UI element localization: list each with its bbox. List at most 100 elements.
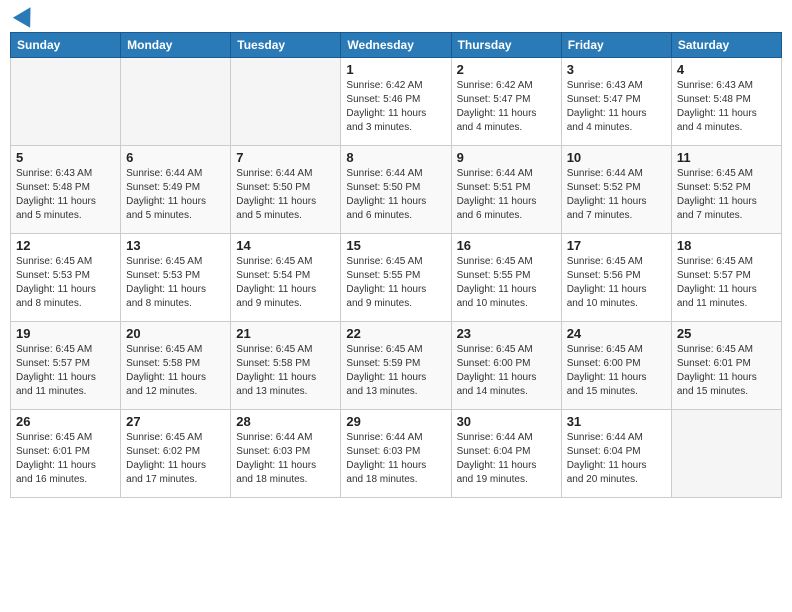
day-number: 16 (457, 238, 556, 253)
calendar-cell: 30 Sunrise: 6:44 AMSunset: 6:04 PMDayligh… (451, 410, 561, 498)
calendar-cell: 27 Sunrise: 6:45 AMSunset: 6:02 PMDayligh… (121, 410, 231, 498)
calendar-cell: 28Sunrise: 6:44 AMSunset: 6:03 PMDayligh… (231, 410, 341, 498)
day-number: 15 (346, 238, 445, 253)
calendar-cell: 6Sunrise: 6:44 AMSunset: 5:49 PMDaylight… (121, 146, 231, 234)
day-info: Sunrise: 6:45 AMSunset: 5:56 PMDaylight:… (567, 255, 666, 311)
day-number: 10 (567, 150, 666, 165)
calendar-cell: 9Sunrise: 6:44 AMSunset: 5:51 PMDaylight… (451, 146, 561, 234)
day-info: Sunrise: 6:45 AMSunset: 5:53 PMDaylight:… (16, 255, 115, 311)
day-number: 31 (567, 414, 666, 429)
day-info: Sunrise: 6:44 AMSunset: 6:03 PMDaylight:… (236, 431, 335, 487)
day-info: Sunrise: 6:45 AMSunset: 5:57 PMDaylight:… (16, 343, 115, 399)
day-number: 26 (16, 414, 115, 429)
calendar-cell: 2 Sunrise: 6:42 AMSunset: 5:47 PMDaylight… (451, 58, 561, 146)
day-info: Sunrise: 6:44 AMSunset: 5:50 PMDaylight:… (346, 167, 445, 223)
day-info: Sunrise: 6:45 AMSunset: 5:55 PMDaylight:… (457, 255, 556, 311)
day-info: Sunrise: 6:44 AMSunset: 5:51 PMDaylight:… (457, 167, 556, 223)
day-number: 2 (457, 62, 556, 77)
day-info: Sunrise: 6:45 AMSunset: 6:02 PMDaylight:… (126, 431, 225, 487)
day-info: Sunrise: 6:45 AMSunset: 5:58 PMDaylight:… (236, 343, 335, 399)
day-info: Sunrise: 6:43 AMSunset: 5:47 PMDaylight:… (567, 79, 666, 135)
calendar-cell: 19 Sunrise: 6:45 AMSunset: 5:57 PMDayligh… (11, 322, 121, 410)
col-header-thursday: Thursday (451, 33, 561, 58)
day-number: 24 (567, 326, 666, 341)
calendar-week-3: 12Sunrise: 6:45 AMSunset: 5:53 PMDayligh… (11, 234, 782, 322)
day-info: Sunrise: 6:45 AMSunset: 6:00 PMDaylight:… (457, 343, 556, 399)
calendar-cell: 25 Sunrise: 6:45 AMSunset: 6:01 PMDayligh… (671, 322, 781, 410)
day-number: 23 (457, 326, 556, 341)
calendar-cell: 20Sunrise: 6:45 AMSunset: 5:58 PMDayligh… (121, 322, 231, 410)
calendar-cell: 26 Sunrise: 6:45 AMSunset: 6:01 PMDayligh… (11, 410, 121, 498)
col-header-monday: Monday (121, 33, 231, 58)
calendar-cell (671, 410, 781, 498)
day-info: Sunrise: 6:43 AMSunset: 5:48 PMDaylight:… (677, 79, 776, 135)
col-header-wednesday: Wednesday (341, 33, 451, 58)
day-number: 25 (677, 326, 776, 341)
calendar-cell: 8 Sunrise: 6:44 AMSunset: 5:50 PMDaylight… (341, 146, 451, 234)
calendar-cell: 24 Sunrise: 6:45 AMSunset: 6:00 PMDayligh… (561, 322, 671, 410)
day-number: 8 (346, 150, 445, 165)
day-info: Sunrise: 6:45 AMSunset: 6:00 PMDaylight:… (567, 343, 666, 399)
day-info: Sunrise: 6:43 AMSunset: 5:48 PMDaylight:… (16, 167, 115, 223)
logo-triangle-icon (13, 2, 39, 28)
calendar-cell: 1Sunrise: 6:42 AMSunset: 5:46 PMDaylight… (341, 58, 451, 146)
day-number: 4 (677, 62, 776, 77)
calendar-cell: 29 Sunrise: 6:44 AMSunset: 6:03 PMDayligh… (341, 410, 451, 498)
day-number: 19 (16, 326, 115, 341)
day-number: 30 (457, 414, 556, 429)
day-info: Sunrise: 6:45 AMSunset: 5:55 PMDaylight:… (346, 255, 445, 311)
day-info: Sunrise: 6:45 AMSunset: 5:57 PMDaylight:… (677, 255, 776, 311)
calendar-cell: 12Sunrise: 6:45 AMSunset: 5:53 PMDayligh… (11, 234, 121, 322)
day-number: 29 (346, 414, 445, 429)
day-number: 1 (346, 62, 445, 77)
day-info: Sunrise: 6:42 AMSunset: 5:47 PMDaylight:… (457, 79, 556, 135)
calendar-cell: 21 Sunrise: 6:45 AMSunset: 5:58 PMDayligh… (231, 322, 341, 410)
day-number: 13 (126, 238, 225, 253)
calendar-table: SundayMondayTuesdayWednesdayThursdayFrid… (10, 32, 782, 498)
calendar-cell: 31Sunrise: 6:44 AMSunset: 6:04 PMDayligh… (561, 410, 671, 498)
day-number: 27 (126, 414, 225, 429)
day-number: 17 (567, 238, 666, 253)
day-number: 7 (236, 150, 335, 165)
calendar-cell: 16 Sunrise: 6:45 AMSunset: 5:55 PMDayligh… (451, 234, 561, 322)
calendar-cell: 10 Sunrise: 6:44 AMSunset: 5:52 PMDayligh… (561, 146, 671, 234)
day-info: Sunrise: 6:45 AMSunset: 5:59 PMDaylight:… (346, 343, 445, 399)
calendar-cell: 4 Sunrise: 6:43 AMSunset: 5:48 PMDaylight… (671, 58, 781, 146)
day-number: 22 (346, 326, 445, 341)
calendar-cell: 22 Sunrise: 6:45 AMSunset: 5:59 PMDayligh… (341, 322, 451, 410)
day-number: 14 (236, 238, 335, 253)
day-info: Sunrise: 6:45 AMSunset: 6:01 PMDaylight:… (16, 431, 115, 487)
calendar-cell (121, 58, 231, 146)
calendar-cell: 3Sunrise: 6:43 AMSunset: 5:47 PMDaylight… (561, 58, 671, 146)
day-info: Sunrise: 6:45 AMSunset: 5:52 PMDaylight:… (677, 167, 776, 223)
day-info: Sunrise: 6:44 AMSunset: 5:50 PMDaylight:… (236, 167, 335, 223)
calendar-cell: 14 Sunrise: 6:45 AMSunset: 5:54 PMDayligh… (231, 234, 341, 322)
day-info: Sunrise: 6:44 AMSunset: 5:52 PMDaylight:… (567, 167, 666, 223)
calendar-cell: 17 Sunrise: 6:45 AMSunset: 5:56 PMDayligh… (561, 234, 671, 322)
day-number: 21 (236, 326, 335, 341)
calendar-week-5: 26 Sunrise: 6:45 AMSunset: 6:01 PMDayligh… (11, 410, 782, 498)
col-header-tuesday: Tuesday (231, 33, 341, 58)
calendar-cell (231, 58, 341, 146)
calendar-week-1: 1Sunrise: 6:42 AMSunset: 5:46 PMDaylight… (11, 58, 782, 146)
logo (14, 10, 36, 24)
day-number: 6 (126, 150, 225, 165)
calendar-cell: 23 Sunrise: 6:45 AMSunset: 6:00 PMDayligh… (451, 322, 561, 410)
col-header-sunday: Sunday (11, 33, 121, 58)
calendar-week-2: 5 Sunrise: 6:43 AMSunset: 5:48 PMDaylight… (11, 146, 782, 234)
page-header (10, 10, 782, 24)
calendar-cell: 5 Sunrise: 6:43 AMSunset: 5:48 PMDaylight… (11, 146, 121, 234)
col-header-friday: Friday (561, 33, 671, 58)
calendar-cell: 7 Sunrise: 6:44 AMSunset: 5:50 PMDaylight… (231, 146, 341, 234)
calendar-week-4: 19 Sunrise: 6:45 AMSunset: 5:57 PMDayligh… (11, 322, 782, 410)
calendar-cell: 11Sunrise: 6:45 AMSunset: 5:52 PMDayligh… (671, 146, 781, 234)
day-number: 18 (677, 238, 776, 253)
day-info: Sunrise: 6:44 AMSunset: 6:03 PMDaylight:… (346, 431, 445, 487)
day-number: 5 (16, 150, 115, 165)
day-info: Sunrise: 6:45 AMSunset: 5:54 PMDaylight:… (236, 255, 335, 311)
calendar-cell (11, 58, 121, 146)
day-info: Sunrise: 6:45 AMSunset: 5:58 PMDaylight:… (126, 343, 225, 399)
day-info: Sunrise: 6:44 AMSunset: 6:04 PMDaylight:… (457, 431, 556, 487)
day-info: Sunrise: 6:45 AMSunset: 6:01 PMDaylight:… (677, 343, 776, 399)
calendar-cell: 15 Sunrise: 6:45 AMSunset: 5:55 PMDayligh… (341, 234, 451, 322)
